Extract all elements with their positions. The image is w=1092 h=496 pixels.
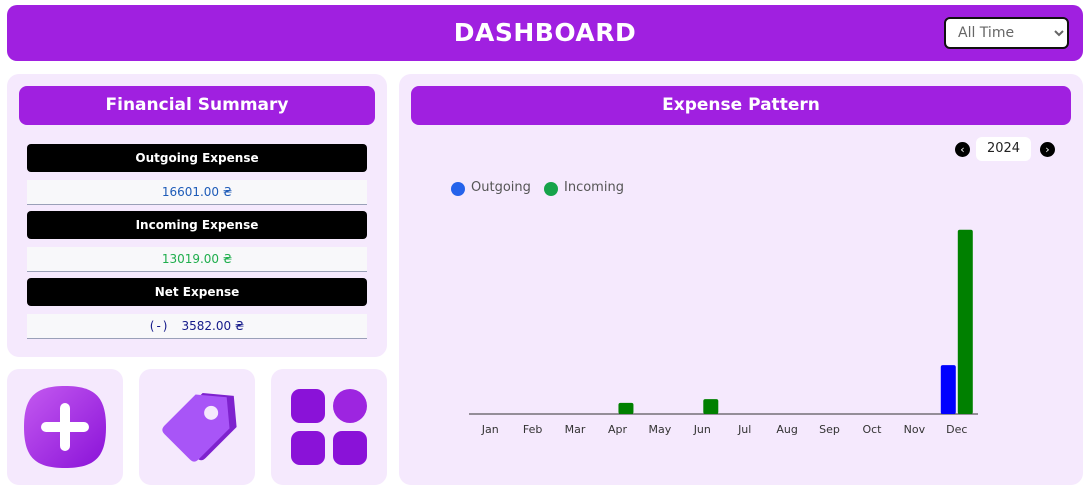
outgoing-expense-value: 16601.00 ₴ [27,180,367,205]
x-tick-label-nov: Nov [904,423,926,436]
bar-incoming-apr [618,402,634,414]
x-tick-label-aug: Aug [776,423,797,436]
incoming-expense-value: 13019.00 ₴ [27,247,367,272]
x-tick-label-oct: Oct [862,423,882,436]
x-tick-label-jun: Jun [693,423,711,436]
add-expense-tile[interactable] [7,369,123,485]
apps-grid-icon [291,389,367,465]
financial-summary-panel: Financial Summary Outgoing Expense 16601… [7,74,387,357]
tag-icon [162,393,237,462]
bar-incoming-dec [957,229,973,414]
net-expense-row: (-) 3582.00 ₴ [27,314,367,339]
header-bar: DASHBOARD [7,5,1083,61]
x-tick-label-jan: Jan [481,423,499,436]
financial-summary-title: Financial Summary [19,86,375,125]
expense-pattern-panel: Expense Pattern ‹ 2024 › Outgoing Incomi… [399,74,1083,485]
x-tick-label-may: May [649,423,672,436]
net-expense-sign: (-) [149,319,170,333]
x-tick-label-mar: Mar [565,423,586,436]
net-expense-label: Net Expense [27,278,367,306]
tags-tile[interactable] [139,369,255,485]
x-tick-label-feb: Feb [523,423,542,436]
net-expense-value: 3582.00 ₴ [181,319,245,333]
bar-outgoing-dec [940,365,956,414]
x-tick-label-apr: Apr [608,423,628,436]
add-icon [24,386,106,468]
x-tick-label-dec: Dec [946,423,967,436]
x-tick-label-sep: Sep [819,423,840,436]
categories-tile[interactable] [271,369,387,485]
bar-incoming-jun [703,399,719,414]
page-title: DASHBOARD [453,18,637,47]
time-range-select[interactable]: All Time [944,17,1069,49]
incoming-expense-label: Incoming Expense [27,211,367,239]
outgoing-expense-label: Outgoing Expense [27,144,367,172]
expense-bar-chart: Jan Feb Mar Apr May Jun Jul Aug Sep Oct Nov Dec [469,229,978,436]
x-tick-label-jul: Jul [737,423,751,436]
